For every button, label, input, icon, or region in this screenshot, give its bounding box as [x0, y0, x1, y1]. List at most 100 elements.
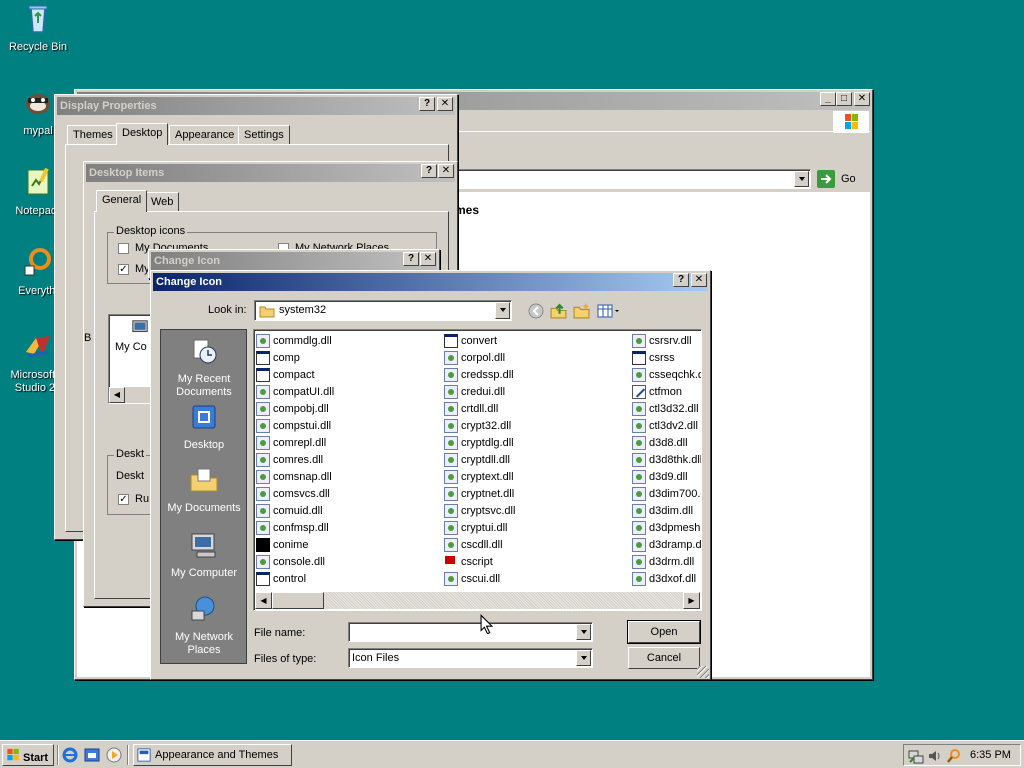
file-item[interactable]: ctl3d32.dll: [632, 400, 701, 417]
horizontal-scrollbar[interactable]: ◀ ▶: [255, 592, 700, 609]
file-item[interactable]: cryptext.dll: [444, 468, 629, 485]
files-of-type-dropdown-arrow[interactable]: [576, 650, 591, 666]
tab-desktop[interactable]: Desktop: [116, 123, 169, 145]
close-button[interactable]: ✕: [420, 252, 436, 266]
change-icon-dialog-title-bar[interactable]: Change Icon: [153, 273, 708, 291]
search-icon[interactable]: [946, 748, 962, 764]
volume-icon[interactable]: [927, 748, 943, 764]
file-item[interactable]: control: [256, 570, 441, 587]
view-menu-icon[interactable]: [597, 303, 621, 319]
file-item[interactable]: cryptnet.dll: [444, 485, 629, 502]
file-item[interactable]: cryptui.dll: [444, 519, 629, 536]
file-item[interactable]: comp: [256, 349, 441, 366]
file-item[interactable]: compobj.dll: [256, 400, 441, 417]
change-icon-file-dialog[interactable]: Change Icon ? ✕ Look in: system32 My Rec…: [150, 270, 711, 680]
tab-general[interactable]: General: [96, 190, 148, 212]
go-button[interactable]: Go: [817, 170, 863, 189]
file-name-dropdown-arrow[interactable]: [576, 624, 591, 640]
file-item[interactable]: compstui.dll: [256, 417, 441, 434]
open-button[interactable]: Open: [627, 620, 701, 644]
tab-web[interactable]: Web: [145, 192, 180, 212]
place-desktop[interactable]: Desktop: [161, 402, 247, 452]
file-item[interactable]: cscript: [444, 553, 629, 570]
change-icon-title-bar[interactable]: Change Icon: [151, 252, 437, 270]
help-button[interactable]: ?: [403, 252, 419, 266]
file-item[interactable]: d3drm.dll: [632, 553, 701, 570]
scroll-right-button[interactable]: ▶: [683, 592, 700, 609]
tab-appearance[interactable]: Appearance: [169, 125, 241, 145]
file-item[interactable]: compact: [256, 366, 441, 383]
file-item[interactable]: conime: [256, 536, 441, 553]
scroll-left-button[interactable]: ◀: [255, 592, 272, 609]
help-button[interactable]: ?: [419, 97, 435, 111]
place-my-documents[interactable]: My Documents: [161, 465, 247, 515]
file-item[interactable]: d3dim700.c: [632, 485, 701, 502]
new-folder-icon[interactable]: [573, 302, 590, 319]
close-button[interactable]: ✕: [691, 273, 707, 287]
file-item[interactable]: csrsrv.dll: [632, 332, 701, 349]
file-item[interactable]: d3d9.dll: [632, 468, 701, 485]
file-item[interactable]: crypt32.dll: [444, 417, 629, 434]
desktop-items-title-bar[interactable]: Desktop Items: [86, 164, 455, 182]
place-my-recent-documents[interactable]: My Recent Documents: [161, 336, 247, 399]
file-item[interactable]: d3d8thk.dll: [632, 451, 701, 468]
help-button[interactable]: ?: [673, 273, 689, 287]
file-item[interactable]: comsvcs.dll: [256, 485, 441, 502]
file-item[interactable]: cryptdlg.dll: [444, 434, 629, 451]
scroll-left-button[interactable]: ◀: [109, 387, 125, 403]
file-item[interactable]: confmsp.dll: [256, 519, 441, 536]
up-one-level-icon[interactable]: [550, 302, 567, 319]
file-list[interactable]: commdlg.dll comp compact compatUI.dll compob…: [253, 329, 702, 611]
file-item[interactable]: d3dpmesh.: [632, 519, 701, 536]
file-item[interactable]: d3dramp.d: [632, 536, 701, 553]
run-cleanup-checkbox[interactable]: ✓: [118, 494, 129, 505]
file-item[interactable]: comres.dll: [256, 451, 441, 468]
files-of-type-dropdown[interactable]: Icon Files: [348, 648, 593, 668]
internet-explorer-icon[interactable]: [62, 747, 78, 763]
file-item[interactable]: cryptsvc.dll: [444, 502, 629, 519]
file-item[interactable]: csrss: [632, 349, 701, 366]
file-item[interactable]: convert: [444, 332, 629, 349]
place-my-computer[interactable]: My Computer: [161, 530, 247, 580]
close-button[interactable]: ✕: [854, 92, 870, 106]
display-properties-title-bar[interactable]: Display Properties: [57, 97, 455, 115]
tab-settings[interactable]: Settings: [238, 125, 290, 145]
file-item[interactable]: cscui.dll: [444, 570, 629, 587]
file-item[interactable]: cryptdll.dll: [444, 451, 629, 468]
file-item[interactable]: crtdll.dll: [444, 400, 629, 417]
tab-themes[interactable]: Themes: [67, 125, 119, 145]
file-item[interactable]: credssp.dll: [444, 366, 629, 383]
minimize-button[interactable]: _: [820, 92, 836, 106]
my-documents-checkbox[interactable]: [118, 243, 129, 254]
file-item[interactable]: comuid.dll: [256, 502, 441, 519]
file-item[interactable]: commdlg.dll: [256, 332, 441, 349]
address-bar[interactable]: [455, 169, 811, 189]
back-icon[interactable]: [528, 303, 544, 319]
maximize-button[interactable]: □: [836, 92, 852, 106]
file-item[interactable]: d3dxof.dll: [632, 570, 701, 587]
media-player-icon[interactable]: [106, 747, 122, 763]
scroll-thumb[interactable]: [272, 592, 324, 609]
file-item[interactable]: d3dim.dll: [632, 502, 701, 519]
close-button[interactable]: ✕: [437, 97, 453, 111]
close-button[interactable]: ✕: [438, 164, 454, 178]
file-item[interactable]: cscdll.dll: [444, 536, 629, 553]
address-dropdown-arrow[interactable]: [794, 171, 809, 187]
file-item[interactable]: d3d8.dll: [632, 434, 701, 451]
file-item[interactable]: csseqchk.d: [632, 366, 701, 383]
show-desktop-icon[interactable]: [84, 747, 100, 763]
file-item[interactable]: ctl3dv2.dll: [632, 417, 701, 434]
look-in-dropdown[interactable]: system32: [254, 300, 512, 321]
file-item[interactable]: ctfmon: [632, 383, 701, 400]
file-item[interactable]: compatUI.dll: [256, 383, 441, 400]
cancel-button[interactable]: Cancel: [628, 647, 700, 669]
taskbar-button-appearance-and-themes[interactable]: Appearance and Themes: [133, 744, 292, 766]
file-item[interactable]: comsnap.dll: [256, 468, 441, 485]
desktop-icon-recycle-bin[interactable]: Recycle Bin: [0, 2, 76, 54]
my-computer-checkbox[interactable]: ✓: [118, 264, 129, 275]
network-status-icon[interactable]: [908, 748, 924, 764]
resize-grip[interactable]: [697, 666, 709, 678]
file-item[interactable]: credui.dll: [444, 383, 629, 400]
look-in-dropdown-arrow[interactable]: [495, 302, 510, 319]
place-my-network-places[interactable]: My Network Places: [161, 594, 247, 657]
